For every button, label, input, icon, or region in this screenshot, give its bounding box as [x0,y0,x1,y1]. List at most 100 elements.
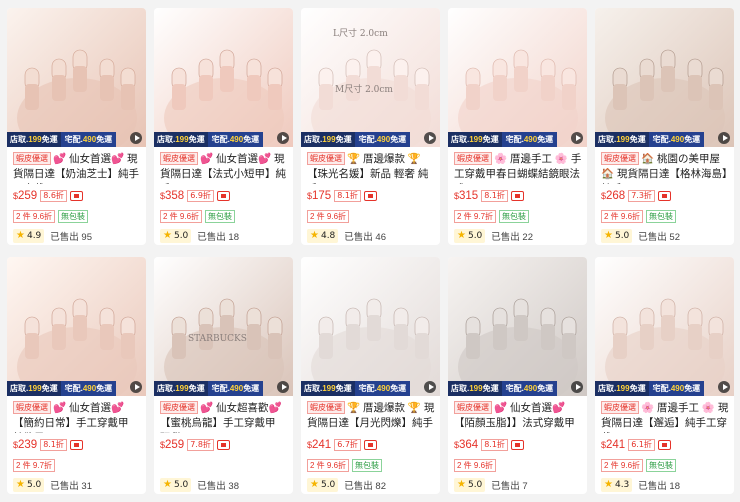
price: $358 [160,190,185,202]
home-delivery-label: 宅配.490免運 [60,132,117,147]
product-photo [301,257,440,396]
promo-badge: 蝦皮優選 [307,152,345,165]
no-packaging-tag: 無包裝 [499,210,530,223]
price-row: $241 6.7折 [307,439,377,451]
rating-badge: ★ 4.8 [307,229,339,243]
coupon-icon [69,191,83,201]
discount-badge: 8.1折 [334,190,361,202]
rating-row: ★ 5.0 已售出 22 [454,229,533,243]
shipping-banner: 店取.199免運 宅配.490免運 [448,132,558,147]
product-photo [595,8,734,147]
rating-row: ★ 4.3 已售出 18 [601,478,680,492]
rating-row: ★ 5.0 已售出 82 [307,478,386,492]
sold-count: 已售出 7 [491,481,528,492]
product-card[interactable]: 店取.199免運 宅配.490免運 蝦皮優選 💕 仙女首選💕 現貨隔日達【法式小短… [154,8,293,245]
tags-row: 2 件 9.6折 無包裝 [601,459,677,472]
promo-badge: 蝦皮優選 [454,401,492,414]
tags-row: 2 件 9.6折 [307,210,350,223]
product-card[interactable]: 店取.199免運 宅配.490免運 蝦皮優選 💕 仙女首選💕【簡約日常】手工穿戴甲… [7,257,146,494]
play-icon[interactable] [571,132,583,144]
product-thumbnail[interactable]: 店取.199免運 宅配.490免運 [595,257,734,396]
play-icon[interactable] [571,381,583,393]
product-thumbnail[interactable]: 店取.199免運 宅配.490免運 [154,8,293,147]
price-row: $364 8.1折 [454,439,524,451]
star-icon: ★ [310,479,319,490]
product-thumbnail[interactable]: STARBUCKS 店取.199免運 宅配.490免運 [154,257,293,396]
price-row: $268 7.3折 [601,190,671,202]
play-icon[interactable] [130,381,142,393]
home-delivery-label: 宅配.490免運 [501,381,558,396]
rating-badge: ★ 5.0 [454,229,486,243]
rating-badge: ★ 5.0 [160,478,192,492]
shipping-banner: 店取.199免運 宅配.490免運 [301,381,411,396]
rating-badge: ★ 5.0 [454,478,486,492]
product-card[interactable]: 店取.199免運 宅配.490免運 蝦皮優選 🏠 桃園の美甲屋 🏠 現貨隔日達【格… [595,8,734,245]
star-icon: ★ [163,479,172,490]
play-icon[interactable] [424,132,436,144]
home-delivery-label: 宅配.490免運 [207,381,264,396]
product-title[interactable]: 蝦皮優選🌸 厝邊手工 🌸 現貨隔日達【邂逅】純手工穿戴甲 [601,401,729,433]
tags-row: 2 件 9.7折 [13,459,56,472]
product-thumbnail[interactable]: 店取.199免運 宅配.490免運 [595,8,734,147]
product-thumbnail[interactable]: 店取.199免運 宅配.490免運 [7,8,146,147]
product-card[interactable]: 店取.199免運 宅配.490免運 蝦皮優選 🌸 厝邊手工 🌸 手工穿戴甲春日蝴蝶… [448,8,587,245]
coupon-icon [657,191,671,201]
product-title[interactable]: 蝦皮優選🏆 厝邊爆款 🏆 現貨隔日達【月光閃爍】純手工 [307,401,435,433]
price: $175 [307,190,332,202]
star-icon: ★ [16,230,25,241]
price-row: $259 8.6折 [13,190,83,202]
product-thumbnail[interactable]: 店取.199免運 宅配.490免運 [448,8,587,147]
discount-badge: 6.9折 [187,190,214,202]
product-card[interactable]: 店取.199免運 宅配.490免運 蝦皮優選 💕 仙女首選💕 現貨隔日達【奶油芝士… [7,8,146,245]
coupon-icon [510,191,524,201]
sold-count: 已售出 18 [638,481,681,492]
product-card[interactable]: STARBUCKS 店取.199免運 宅配.490免運 蝦皮優選 💕 仙女超喜歡💕… [154,257,293,494]
play-icon[interactable] [718,132,730,144]
no-packaging-tag: 無包裝 [646,210,677,223]
home-delivery-label: 宅配.490免運 [354,132,411,147]
play-icon[interactable] [718,381,730,393]
product-title[interactable]: 蝦皮優選💕 仙女首選💕【簡約日常】手工穿戴甲 純欲風 [13,401,141,433]
product-card[interactable]: 店取.199免運 宅配.490免運 蝦皮優選 💕 仙女首選💕【陌顏玉脂】】法式穿戴… [448,257,587,494]
product-title[interactable]: 蝦皮優選💕 仙女首選💕 現貨隔日達【法式小短甲】純手工 [160,152,288,184]
star-icon: ★ [310,230,319,241]
play-icon[interactable] [130,132,142,144]
product-title[interactable]: 蝦皮優選🏆 厝邊爆款 🏆【珠光名媛】新品 輕奢 純手工 [307,152,435,184]
product-title[interactable]: 蝦皮優選 💕 仙女首選💕【陌顏玉脂】】法式穿戴甲 [454,401,582,433]
home-delivery-label: 宅配.490免運 [207,132,264,147]
store-pickup-label: 店取.199免運 [301,132,355,147]
rating-row: ★ 5.0 已售出 31 [13,478,92,492]
store-pickup-label: 店取.199免運 [7,132,61,147]
sold-count: 已售出 46 [344,232,387,243]
product-grid: 店取.199免運 宅配.490免運 蝦皮優選 💕 仙女首選💕 現貨隔日達【奶油芝士… [0,0,740,502]
product-title[interactable]: 蝦皮優選💕 仙女首選💕 現貨隔日達【奶油芝士】純手工穿戴甲 [13,152,141,184]
home-delivery-label: 宅配.490免運 [60,381,117,396]
store-pickup-label: 店取.199免運 [7,381,61,396]
play-icon[interactable] [424,381,436,393]
product-thumbnail[interactable]: 店取.199免運 宅配.490免運 [301,257,440,396]
price-row: $315 8.1折 [454,190,524,202]
discount-badge: 7.8折 [187,439,214,451]
price: $241 [307,439,332,451]
product-thumbnail[interactable]: 店取.199免運 宅配.490免運 [448,257,587,396]
image-caption-top: L尺寸 2.0cm [333,27,388,39]
coupon-icon [69,440,83,450]
play-icon[interactable] [277,381,289,393]
sold-count: 已售出 22 [491,232,534,243]
product-title[interactable]: 蝦皮優選💕 仙女超喜歡💕【蜜桃烏龍】手工穿戴甲 現貨 [160,401,288,433]
product-title[interactable]: 蝦皮優選🏠 桃園の美甲屋 🏠 現貨隔日達【格林海島】純手工 [601,152,729,184]
shipping-banner: 店取.199免運 宅配.490免運 [448,381,558,396]
product-card[interactable]: L尺寸 2.0cm M尺寸 2.0cm 店取.199免運 宅配.490免運 蝦皮優… [301,8,440,245]
product-card[interactable]: 店取.199免運 宅配.490免運 蝦皮優選 🌸 厝邊手工 🌸 現貨隔日達【邂逅】… [595,257,734,494]
bundle-discount-tag: 2 件 9.6折 [307,459,350,472]
product-card[interactable]: 店取.199免運 宅配.490免運 蝦皮優選 🏆 厝邊爆款 🏆 現貨隔日達【月光閃… [301,257,440,494]
play-icon[interactable] [277,132,289,144]
tags-row: 2 件 9.6折 無包裝 [307,459,383,472]
product-thumbnail[interactable]: 店取.199免運 宅配.490免運 [7,257,146,396]
product-thumbnail[interactable]: L尺寸 2.0cm M尺寸 2.0cm 店取.199免運 宅配.490免運 [301,8,440,147]
bundle-discount-tag: 2 件 9.6折 [307,210,350,223]
product-title[interactable]: 蝦皮優選🌸 厝邊手工 🌸 手工穿戴甲春日蝴蝶結鏡眼法式 [454,152,582,184]
shipping-banner: 店取.199免運 宅配.490免運 [154,381,264,396]
promo-badge: 蝦皮優選 [601,401,639,414]
coupon-icon [657,440,671,450]
